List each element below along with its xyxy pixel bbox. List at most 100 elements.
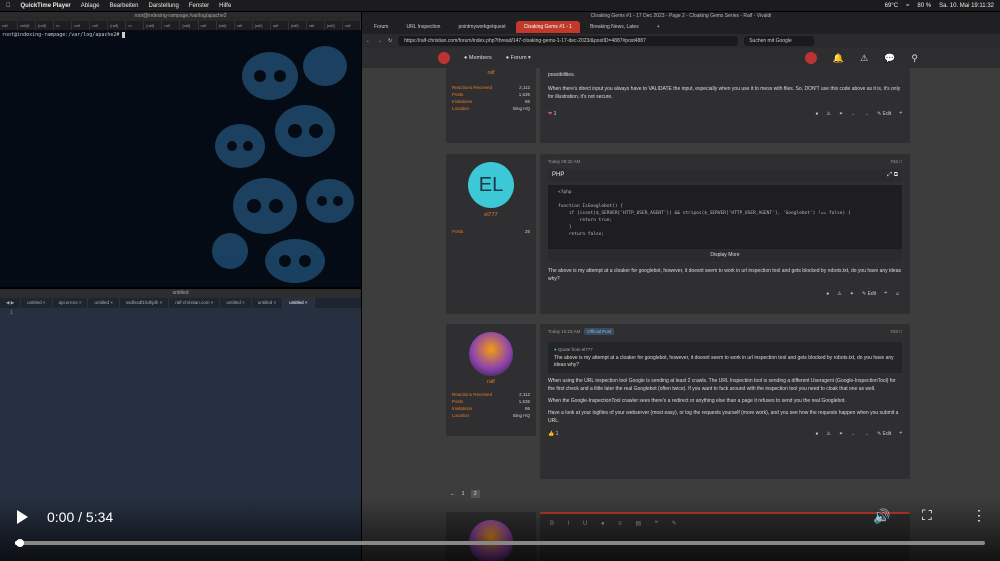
app-menu[interactable]: QuickTime Player: [21, 3, 71, 9]
terminal-tab[interactable]: [ralf]: [180, 21, 199, 30]
edit-button[interactable]: ✎ Edit: [877, 111, 891, 117]
terminal-tab[interactable]: ralf: [0, 21, 19, 30]
quote-icon[interactable]: ❝: [899, 111, 902, 117]
editor-tab[interactable]: untitled ×: [252, 298, 284, 308]
menu-hilfe[interactable]: Hilfe: [219, 3, 231, 9]
terminal-tab[interactable]: ralf@: [18, 21, 37, 30]
tab-cloaking-gems[interactable]: Cloaking Gems #1 - 1: [515, 21, 581, 33]
editor-tab[interactable]: untitled ×: [88, 298, 120, 308]
quote-icon[interactable]: ❝: [899, 431, 902, 437]
post-number[interactable]: #33 □: [891, 329, 902, 334]
avatar[interactable]: EL: [468, 162, 514, 208]
emoji-icon[interactable]: ☺: [895, 291, 900, 297]
share-icon[interactable]: ●: [815, 111, 818, 117]
report-icon[interactable]: ⚠: [837, 291, 841, 297]
forward-icon[interactable]: →: [377, 38, 382, 44]
stat-label[interactable]: Reactions Received: [452, 392, 492, 397]
terminal-tab[interactable]: [ralf]: [253, 21, 271, 30]
report-icon[interactable]: ⚠: [826, 431, 830, 437]
terminal-tab[interactable]: ralf: [199, 21, 217, 30]
avatar[interactable]: [469, 332, 513, 376]
terminal-tab[interactable]: ralf: [343, 21, 361, 30]
apple-icon[interactable]: : [6, 3, 11, 9]
editor-nav-arrows[interactable]: ◀ ▶: [0, 298, 22, 308]
username[interactable]: ralf: [446, 68, 536, 76]
video-progress-knob[interactable]: [15, 539, 24, 547]
report-icon[interactable]: ⚠: [826, 111, 830, 117]
edit-button[interactable]: ✎ Edit: [862, 291, 876, 297]
editor-tab[interactable]: api.errors ×: [53, 298, 89, 308]
stat-label[interactable]: Location: [452, 106, 469, 111]
share-icon[interactable]: ●: [815, 431, 818, 437]
search-icon[interactable]: ⚲: [911, 53, 918, 64]
back-icon[interactable]: ←: [366, 38, 371, 44]
terminal-tab[interactable]: ralf: [271, 21, 289, 30]
editor-tab[interactable]: ssdfssdf1hdhjdh ×: [120, 298, 170, 308]
terminal-window[interactable]: root@indexing-rampage:/var/log/apache2 r…: [0, 12, 361, 287]
terminal-tab[interactable]: [ralf]: [217, 21, 235, 30]
wifi-icon[interactable]: ≈: [906, 3, 909, 9]
terminal-tab[interactable]: rc: [126, 21, 145, 30]
username[interactable]: ralf: [446, 379, 536, 385]
terminal-tab[interactable]: ralf: [162, 21, 181, 30]
site-logo[interactable]: [438, 52, 450, 64]
page-2[interactable]: 2: [470, 490, 480, 498]
pin-icon[interactable]: ✦: [850, 291, 854, 297]
menu-bearbeiten[interactable]: Bearbeiten: [109, 3, 138, 9]
terminal-tab[interactable]: [ralf]: [325, 21, 343, 30]
new-tab-button[interactable]: +: [649, 21, 668, 33]
clock[interactable]: Sa. 10. Mai 19:11:32: [939, 3, 994, 9]
share-icon[interactable]: ●: [826, 291, 829, 297]
tab-forum[interactable]: Forum: [366, 21, 396, 33]
menu-ablage[interactable]: Ablage: [81, 3, 100, 9]
stat-label[interactable]: Reactions Received: [452, 85, 492, 90]
quote-icon[interactable]: ❝: [884, 291, 887, 297]
stat-label[interactable]: Invitations: [452, 406, 472, 411]
tab-pointmywork[interactable]: pointmyworkgetquest: [450, 21, 513, 33]
prev-page-icon[interactable]: ←: [450, 491, 456, 497]
fullscreen-icon[interactable]: ⛶: [922, 507, 932, 524]
more-options-icon[interactable]: ⋮: [972, 507, 986, 524]
reaction-count[interactable]: 👍 1: [548, 431, 558, 437]
terminal-tab[interactable]: ralf: [307, 21, 325, 30]
terminal-tab[interactable]: ralf: [90, 21, 109, 30]
expand-icon[interactable]: ⤢ ⧉: [887, 172, 898, 179]
url-field[interactable]: https://ralf-christian.com/forum/index.p…: [398, 36, 739, 46]
pin-icon[interactable]: ✦: [839, 431, 843, 437]
battery-status[interactable]: 80 %: [917, 3, 931, 9]
reload-icon[interactable]: ↻: [388, 38, 392, 44]
post-number[interactable]: #32 □: [891, 159, 902, 164]
temperature-status[interactable]: 69°C: [885, 3, 898, 9]
username[interactable]: el777: [446, 212, 536, 218]
volume-icon[interactable]: 🔊: [873, 508, 890, 525]
tab-breaking-news[interactable]: Breaking News, Lates: [582, 21, 647, 33]
reply-icon[interactable]: ←: [851, 111, 856, 117]
quote-header[interactable]: ● Quote from el777: [554, 346, 896, 353]
terminal-tab[interactable]: [ralf]: [144, 21, 163, 30]
post-date[interactable]: Today 10:23 AM: [548, 329, 580, 334]
editor-tab[interactable]: untitled ×: [283, 298, 315, 308]
terminal-tab[interactable]: rc: [54, 21, 73, 30]
stat-label[interactable]: Posts: [452, 92, 463, 97]
terminal-tab[interactable]: [ralf]: [108, 21, 127, 30]
tab-url-inspection[interactable]: URL Inspection: [398, 21, 448, 33]
editor-tab[interactable]: untitled ×: [220, 298, 252, 308]
menu-darstellung[interactable]: Darstellung: [148, 3, 178, 9]
stat-label[interactable]: Posts: [452, 399, 463, 404]
pin-icon[interactable]: ✦: [839, 111, 843, 117]
reply-icon[interactable]: ←: [851, 431, 856, 437]
user-avatar[interactable]: [804, 52, 817, 64]
page-1[interactable]: 1: [462, 491, 465, 497]
chat-icon[interactable]: 💬: [884, 53, 895, 64]
editor-tab[interactable]: ralf-christian.com ×: [169, 298, 221, 308]
video-progress-bar[interactable]: [15, 539, 985, 547]
forward-icon[interactable]: →: [864, 111, 869, 117]
editor-tab[interactable]: untitled ×: [21, 298, 53, 308]
terminal-tab[interactable]: ralf: [72, 21, 91, 30]
search-field[interactable]: Suchen mit Google: [744, 36, 815, 46]
stat-label[interactable]: Location: [452, 413, 469, 418]
warning-icon[interactable]: ⚠: [860, 53, 868, 64]
play-icon[interactable]: [17, 510, 28, 524]
reaction-count[interactable]: ❤ 1: [548, 111, 556, 117]
display-more-button[interactable]: Display More: [548, 249, 902, 261]
